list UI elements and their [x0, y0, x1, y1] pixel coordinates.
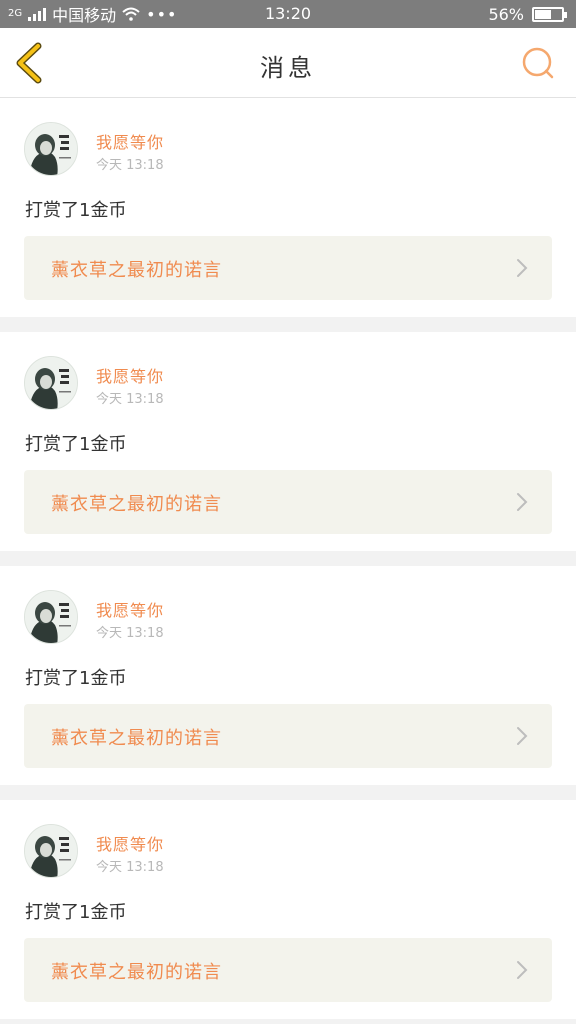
timestamp: 今天 13:18 [96, 392, 164, 407]
status-right: 56% [488, 0, 567, 28]
message-list: 我愿等你 今天 13:18 打赏了1金币 薰衣草之最初的诺言 我愿等你 今天 1… [0, 98, 576, 1024]
message-card: 我愿等你 今天 13:18 打赏了1金币 薰衣草之最初的诺言 [0, 332, 576, 551]
nav-bar: 消息 [0, 28, 576, 98]
username[interactable]: 我愿等你 [96, 129, 164, 153]
message-card: 我愿等你 今天 13:18 打赏了1金币 薰衣草之最初的诺言 [0, 800, 576, 1019]
avatar[interactable] [24, 122, 78, 176]
post-title: 薰衣草之最初的诺言 [51, 728, 222, 749]
post-link[interactable]: 薰衣草之最初的诺言 [24, 236, 552, 300]
battery-fill [535, 9, 551, 19]
battery-icon [532, 6, 567, 22]
post-link[interactable]: 薰衣草之最初的诺言 [24, 470, 552, 534]
chevron-right-icon [517, 727, 528, 745]
post-title: 薰衣草之最初的诺言 [51, 260, 222, 281]
status-bar: 2G 中国移动 ••• 13:20 56% [0, 0, 576, 28]
battery-percent: 56% [488, 4, 524, 24]
message-text: 打赏了1金币 [25, 200, 127, 221]
avatar[interactable] [24, 590, 78, 644]
carrier-name: 中国移动 [52, 6, 117, 25]
search-icon[interactable] [520, 45, 556, 81]
more-dots: ••• [146, 4, 178, 24]
chevron-right-icon [517, 493, 528, 511]
wifi-icon [122, 7, 140, 21]
timestamp: 今天 13:18 [96, 158, 164, 173]
chevron-right-icon [517, 259, 528, 277]
username[interactable]: 我愿等你 [96, 363, 164, 387]
signal-icon [28, 7, 47, 21]
post-title: 薰衣草之最初的诺言 [51, 494, 222, 515]
status-left: 2G 中国移动 ••• [8, 0, 177, 28]
avatar-image [25, 123, 77, 175]
username[interactable]: 我愿等你 [96, 831, 164, 855]
avatar-image [25, 591, 77, 643]
post-title: 薰衣草之最初的诺言 [51, 962, 222, 983]
timestamp: 今天 13:18 [96, 860, 164, 875]
avatar[interactable] [24, 356, 78, 410]
avatar-image [25, 357, 77, 409]
post-link[interactable]: 薰衣草之最初的诺言 [24, 704, 552, 768]
avatar-image [25, 825, 77, 877]
message-text: 打赏了1金币 [25, 902, 127, 923]
post-link[interactable]: 薰衣草之最初的诺言 [24, 938, 552, 1002]
message-card: 我愿等你 今天 13:18 打赏了1金币 薰衣草之最初的诺言 [0, 98, 576, 317]
message-text: 打赏了1金币 [25, 434, 127, 455]
chevron-left-icon[interactable] [12, 42, 48, 84]
chevron-right-icon [517, 961, 528, 979]
page-title: 消息 [260, 54, 316, 82]
message-card: 我愿等你 今天 13:18 打赏了1金币 薰衣草之最初的诺言 [0, 566, 576, 785]
message-text: 打赏了1金币 [25, 668, 127, 689]
timestamp: 今天 13:18 [96, 626, 164, 641]
username[interactable]: 我愿等你 [96, 597, 164, 621]
network-type: 2G [8, 8, 23, 19]
avatar[interactable] [24, 824, 78, 878]
